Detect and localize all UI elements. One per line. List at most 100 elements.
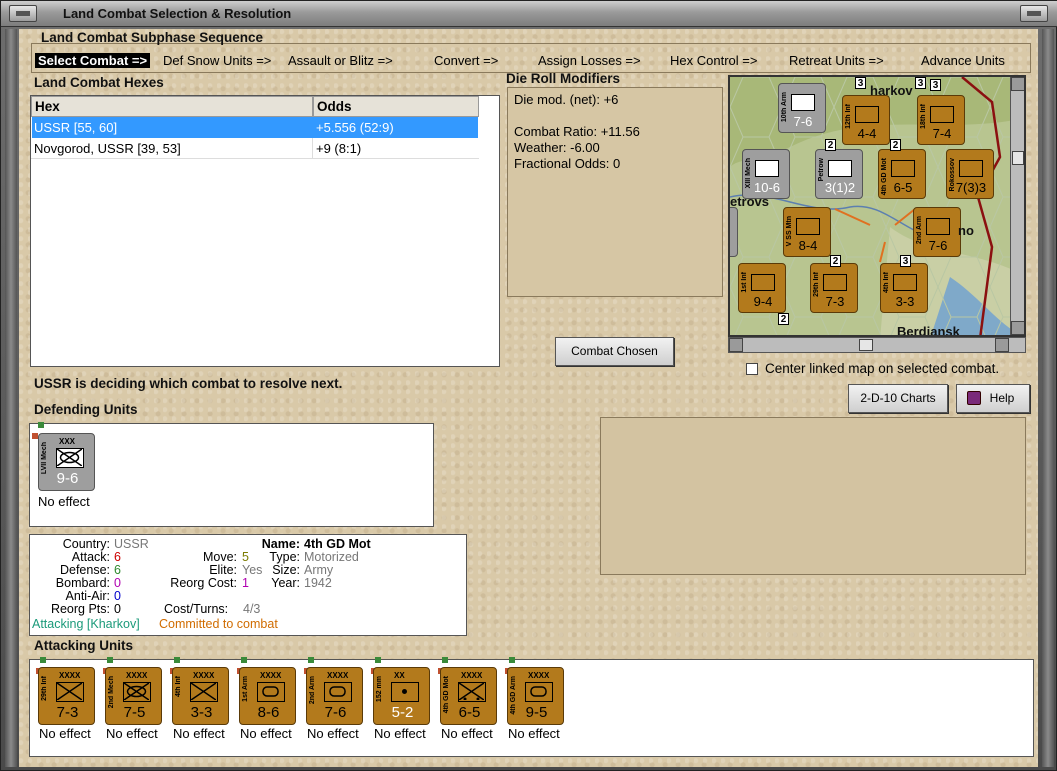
modifier-combat-ratio: Combat Ratio: +11.56 (514, 124, 640, 139)
minimize-button[interactable] (1020, 5, 1048, 22)
unit-strength: 8-6 (257, 704, 280, 721)
inf-symbol-icon (190, 682, 218, 702)
unit-size: XXXX (528, 671, 550, 680)
column-header-odds[interactable]: Odds (313, 96, 479, 117)
subphase-heading: Land Combat Subphase Sequence (41, 30, 264, 45)
mech-symbol-icon (123, 682, 151, 702)
attacking-unit-counter[interactable]: XXXX 1st Arm 8-6 (239, 667, 296, 725)
stack-count: 2 (778, 313, 789, 325)
defending-unit-counter[interactable]: XXX LVII Mech 9-6 (38, 433, 95, 491)
table-row-odds-2[interactable]: +9 (8:1) (313, 138, 479, 159)
vertical-scroll-thumb[interactable] (1012, 151, 1024, 165)
right-frame-grip (1042, 29, 1054, 767)
map-horizontal-scrollbar[interactable] (728, 337, 1026, 353)
unit-strength: 9-6 (56, 470, 79, 487)
map-counter[interactable]: Rokossov 7(3)3 (946, 149, 994, 199)
map-counter[interactable]: Petrow 3(1)2 (815, 149, 863, 199)
map-label-petrovs: etrovs (730, 194, 770, 209)
unit-symbol-icon (791, 94, 815, 111)
attacking-unit: XXXX 1st Arm 8-6 No effect (237, 657, 301, 756)
map-label-berdiansk: Berdiansk (897, 324, 960, 337)
unit-symbol-icon (823, 274, 847, 291)
map-counter[interactable]: 29th Inf 7-3 (810, 263, 858, 313)
defense-label: Defense: (59, 563, 110, 577)
map-vertical-scrollbar[interactable] (1010, 77, 1024, 335)
unit-size: XXX (59, 437, 76, 446)
attacking-unit-counter[interactable]: XX 152 mm 5-2 (373, 667, 430, 725)
elite-label: Elite: (209, 563, 237, 577)
attacking-unit-counter[interactable]: XXXX 2nd Mech 7-5 (105, 667, 162, 725)
unit-strength: 7-6 (324, 704, 347, 721)
combat-chosen-button[interactable]: Combat Chosen (555, 337, 674, 366)
attacking-units-box: XXXX 29th Inf 7-3 No effect XXXX 2nd Mec… (29, 657, 1034, 757)
map-counter[interactable]: 4th GD Mot 6-5 (878, 149, 926, 199)
table-row-odds-1[interactable]: +5.556 (52:9) (313, 117, 479, 138)
table-row-hex-2[interactable]: Novgorod, USSR [39, 53] (31, 138, 313, 159)
attacking-unit-counter[interactable]: XXXX 29th Inf 7-3 (38, 667, 95, 725)
antiair-value: 0 (114, 589, 121, 603)
attacking-unit-counter[interactable]: XXXX 4th GD Arm 9-5 (507, 667, 564, 725)
cost-turns-value: 4/3 (243, 602, 261, 616)
charts-button[interactable]: 2-D-10 Charts (848, 384, 948, 413)
map-label-kharkov: harkov (870, 83, 913, 98)
defense-value: 6 (114, 563, 121, 577)
scroll-right-arrow[interactable] (995, 338, 1009, 352)
attacking-unit-counter[interactable]: XXXX 4th GD Mot 6-5 (440, 667, 497, 725)
unit-name: 1st Arm (242, 676, 249, 702)
unit-status-dot (442, 657, 448, 663)
attacking-unit: XXXX 29th Inf 7-3 No effect (36, 657, 100, 756)
scroll-down-arrow[interactable] (1011, 321, 1024, 335)
map-counter-strength: 8-4 (798, 238, 818, 253)
map-counter-strength: 4-4 (857, 126, 877, 141)
unit-name: 152 mm (376, 676, 383, 703)
unit-name: 2nd Arm (309, 676, 316, 705)
map-counter-strength: 7(3)3 (955, 180, 987, 195)
map-counter[interactable]: 10th Arm 7-6 (778, 83, 826, 133)
year-value: 1942 (304, 576, 332, 590)
unit-status-dot (107, 657, 113, 663)
map-counter[interactable]: 18th Inf 7-4 (917, 95, 965, 145)
unit-status-dot (308, 657, 314, 663)
unit-symbol-icon (891, 160, 915, 177)
linked-map[interactable]: 10th Arm 7-6 12th Inf 4-4 18th Inf 7-4 XIII… (728, 75, 1026, 337)
attacking-unit-counter[interactable]: XXXX 2nd Arm 7-6 (306, 667, 363, 725)
country-label: Country: (62, 537, 110, 551)
map-counter[interactable]: 2nd Arm 7-6 (913, 207, 961, 257)
scroll-up-arrow[interactable] (1011, 77, 1024, 91)
table-row-hex-1[interactable]: USSR [55, 60] (31, 117, 313, 138)
attacking-unit: XXXX 4th GD Mot 6-5 No effect (438, 657, 502, 756)
unit-strength: 5-2 (391, 704, 414, 721)
map-counter-name: 4th Inf (883, 272, 890, 293)
help-button[interactable]: Help (956, 384, 1030, 413)
map-counter[interactable]: XIII Mech 10-6 (742, 149, 790, 199)
modifier-weather: Weather: -6.00 (514, 140, 600, 155)
map-counter[interactable]: 5 (730, 207, 738, 257)
map-counter-strength: 7-6 (928, 238, 948, 253)
unit-size: XXXX (461, 671, 483, 680)
map-counter[interactable]: 12th Inf 4-4 (842, 95, 890, 145)
map-counter[interactable]: V SS Mtn 8-4 (783, 207, 831, 257)
system-menu-button[interactable] (9, 5, 37, 22)
attacking-unit: XXXX 2nd Arm 7-6 No effect (304, 657, 368, 756)
help-book-icon (967, 391, 981, 405)
horizontal-scroll-thumb[interactable] (859, 339, 873, 351)
column-header-hex[interactable]: Hex (31, 96, 313, 117)
unit-size: XXXX (193, 671, 215, 680)
title-bar[interactable]: Land Combat Selection & Resolution (1, 1, 1057, 27)
map-counter[interactable]: 4th Inf 3-3 (880, 263, 928, 313)
map-counter-strength: 7-4 (932, 126, 952, 141)
unit-symbol-icon (893, 274, 917, 291)
center-map-checkbox[interactable] (746, 363, 758, 375)
status-text: USSR is deciding which combat to resolve… (34, 376, 343, 391)
attack-value: 6 (114, 550, 121, 564)
attacking-unit-counter[interactable]: XXXX 4th Inf 3-3 (172, 667, 229, 725)
size-value: Army (304, 563, 334, 577)
name-value: 4th GD Mot (304, 537, 371, 551)
map-counter[interactable]: 1st Inf 9-4 (738, 263, 786, 313)
unit-symbol-icon (959, 160, 983, 177)
combat-results-box (600, 417, 1026, 575)
attacking-heading: Attacking Units (34, 638, 134, 653)
map-counter-strength: 7-6 (793, 114, 813, 129)
stack-count: 2 (825, 139, 836, 151)
scroll-left-arrow[interactable] (729, 338, 743, 352)
